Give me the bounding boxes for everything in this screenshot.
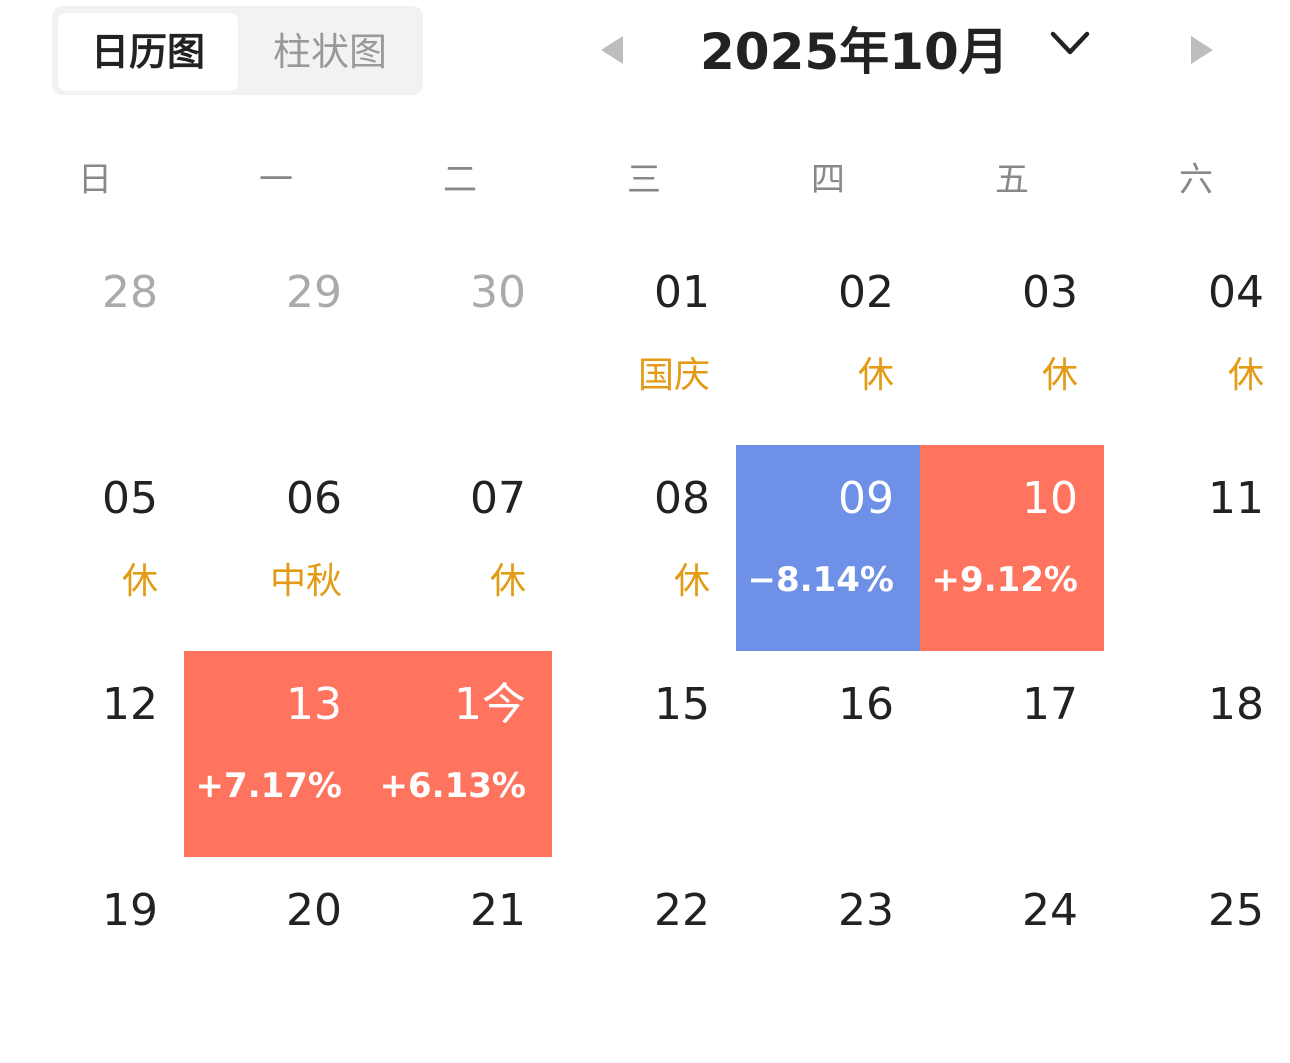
calendar-day-cell[interactable]: 04 休 xyxy=(1104,239,1290,445)
calendar-day-cell[interactable]: 12 xyxy=(0,651,184,857)
day-number: 01 xyxy=(654,267,710,318)
calendar-day-cell[interactable]: 13 +7.17% xyxy=(184,651,368,857)
calendar-day-cell[interactable]: 09 −8.14% xyxy=(736,445,920,651)
holiday-tag: 国庆 xyxy=(637,355,710,396)
holiday-tag: 中秋 xyxy=(269,561,342,602)
holiday-tag: 休 xyxy=(673,561,710,602)
calendar-day-cell[interactable]: 03 休 xyxy=(920,239,1104,445)
day-number: 16 xyxy=(838,679,894,730)
calendar-day-cell[interactable]: 25 xyxy=(1104,857,1290,1063)
day-number: 06 xyxy=(286,473,342,524)
calendar-grid: 28 29 30 01 国庆 02 休 03 休 04 休 05 休 06 中秋 07 休 08 休 09 −8.14%… xyxy=(0,0,1290,958)
calendar-day-cell[interactable]: 10 +9.12% xyxy=(920,445,1104,651)
calendar-day-cell[interactable]: 18 xyxy=(1104,651,1290,857)
day-number: 30 xyxy=(470,267,526,318)
holiday-tag: 休 xyxy=(121,561,158,602)
calendar-day-cell[interactable]: 02 休 xyxy=(736,239,920,445)
day-number: 1今 xyxy=(454,679,526,730)
change-percent: −8.14% xyxy=(747,560,894,600)
day-number: 19 xyxy=(102,885,158,936)
calendar-day-cell[interactable]: 21 xyxy=(368,857,552,1063)
calendar-day-cell[interactable]: 30 xyxy=(368,239,552,445)
calendar-day-cell[interactable]: 20 xyxy=(184,857,368,1063)
calendar-day-cell[interactable]: 24 xyxy=(920,857,1104,1063)
day-number: 13 xyxy=(286,679,342,730)
day-number: 12 xyxy=(102,679,158,730)
holiday-tag: 休 xyxy=(857,355,894,396)
calendar-day-cell[interactable]: 22 xyxy=(552,857,736,1063)
change-percent: +9.12% xyxy=(931,560,1078,600)
calendar-day-cell[interactable]: 11 xyxy=(1104,445,1290,651)
day-number: 05 xyxy=(102,473,158,524)
calendar-day-cell[interactable]: 29 xyxy=(184,239,368,445)
change-percent: +7.17% xyxy=(195,766,342,806)
calendar-day-cell[interactable]: 01 国庆 xyxy=(552,239,736,445)
day-number: 02 xyxy=(838,267,894,318)
calendar-day-cell[interactable]: 07 休 xyxy=(368,445,552,651)
calendar-day-cell[interactable]: 16 xyxy=(736,651,920,857)
day-number: 10 xyxy=(1022,473,1078,524)
day-number: 28 xyxy=(102,267,158,318)
day-number: 09 xyxy=(838,473,894,524)
day-number: 11 xyxy=(1208,473,1264,524)
day-number: 07 xyxy=(470,473,526,524)
day-number: 20 xyxy=(286,885,342,936)
day-number: 21 xyxy=(470,885,526,936)
calendar-day-cell[interactable]: 28 xyxy=(0,239,184,445)
day-number: 29 xyxy=(286,267,342,318)
day-number: 15 xyxy=(654,679,710,730)
calendar-day-cell[interactable]: 06 中秋 xyxy=(184,445,368,651)
day-number: 25 xyxy=(1208,885,1264,936)
holiday-tag: 休 xyxy=(1227,355,1264,396)
calendar-day-cell[interactable]: 1今 +6.13% xyxy=(368,651,552,857)
day-number: 24 xyxy=(1022,885,1078,936)
calendar-day-cell[interactable]: 23 xyxy=(736,857,920,1063)
day-number: 04 xyxy=(1208,267,1264,318)
calendar-day-cell[interactable]: 05 休 xyxy=(0,445,184,651)
day-number: 23 xyxy=(838,885,894,936)
calendar-day-cell[interactable]: 19 xyxy=(0,857,184,1063)
day-number: 18 xyxy=(1208,679,1264,730)
calendar-day-cell[interactable]: 08 休 xyxy=(552,445,736,651)
day-number: 03 xyxy=(1022,267,1078,318)
change-percent: +6.13% xyxy=(379,766,526,806)
calendar-day-cell[interactable]: 17 xyxy=(920,651,1104,857)
holiday-tag: 休 xyxy=(1041,355,1078,396)
day-number: 08 xyxy=(654,473,710,524)
day-number: 17 xyxy=(1022,679,1078,730)
holiday-tag: 休 xyxy=(489,561,526,602)
day-number: 22 xyxy=(654,885,710,936)
calendar-day-cell[interactable]: 15 xyxy=(552,651,736,857)
